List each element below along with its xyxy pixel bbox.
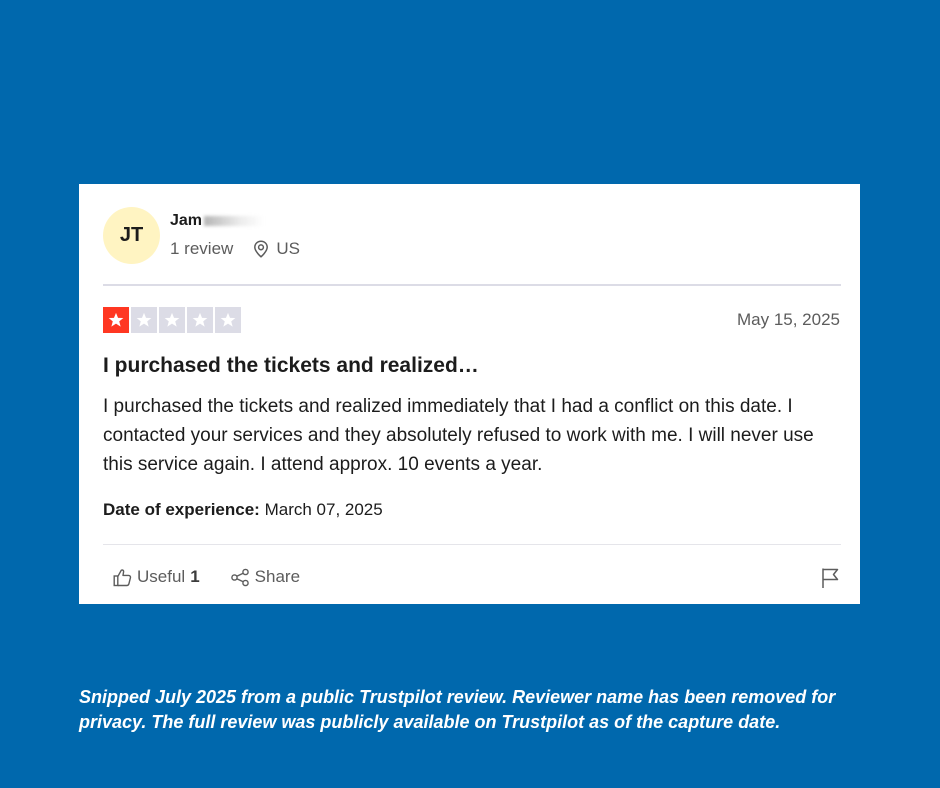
star-icon <box>164 312 180 327</box>
star-filled <box>103 307 129 333</box>
star-rating <box>103 307 241 333</box>
divider <box>103 544 841 545</box>
experience-label: Date of experience: <box>103 500 260 519</box>
review-count: 1 review <box>170 239 234 258</box>
flag-icon <box>822 568 839 588</box>
reviewer-name[interactable]: Jam <box>170 212 265 230</box>
review-actions: Useful 1 Share <box>113 567 300 587</box>
reviewer-location: US <box>253 239 300 259</box>
review-title[interactable]: I purchased the tickets and realized… <box>103 354 479 378</box>
review-date: May 15, 2025 <box>736 310 840 329</box>
star-empty <box>187 307 213 333</box>
star-empty <box>131 307 157 333</box>
star-icon <box>220 312 236 327</box>
share-button[interactable]: Share <box>230 567 300 587</box>
reviewer-country: US <box>276 239 300 258</box>
review-card: JT Jam 1 review US May 15, 2025 I purcha… <box>79 184 860 604</box>
share-icon <box>230 568 249 586</box>
reviewer-meta: 1 review US <box>170 239 300 259</box>
location-pin-icon <box>254 240 269 258</box>
redacted-name-blur <box>204 216 265 226</box>
star-icon <box>136 312 152 327</box>
useful-count: 1 <box>190 567 200 586</box>
review-body: I purchased the tickets and realized imm… <box>103 396 814 475</box>
thumbs-up-icon <box>113 568 132 586</box>
useful-button[interactable]: Useful 1 <box>113 567 200 587</box>
star-empty <box>159 307 185 333</box>
star-empty <box>215 307 241 333</box>
share-label: Share <box>254 567 301 586</box>
avatar[interactable]: JT <box>103 207 160 264</box>
star-icon <box>108 312 124 327</box>
reviewer-name-text: Jam <box>170 212 203 229</box>
caption: Snipped July 2025 from a public Trustpil… <box>79 687 836 732</box>
divider <box>103 284 841 286</box>
experience-date: March 07, 2025 <box>264 500 383 519</box>
report-button[interactable] <box>820 567 840 594</box>
useful-label: Useful <box>137 567 186 586</box>
star-icon <box>192 312 208 327</box>
date-of-experience: Date of experience: March 07, 2025 <box>103 500 383 520</box>
